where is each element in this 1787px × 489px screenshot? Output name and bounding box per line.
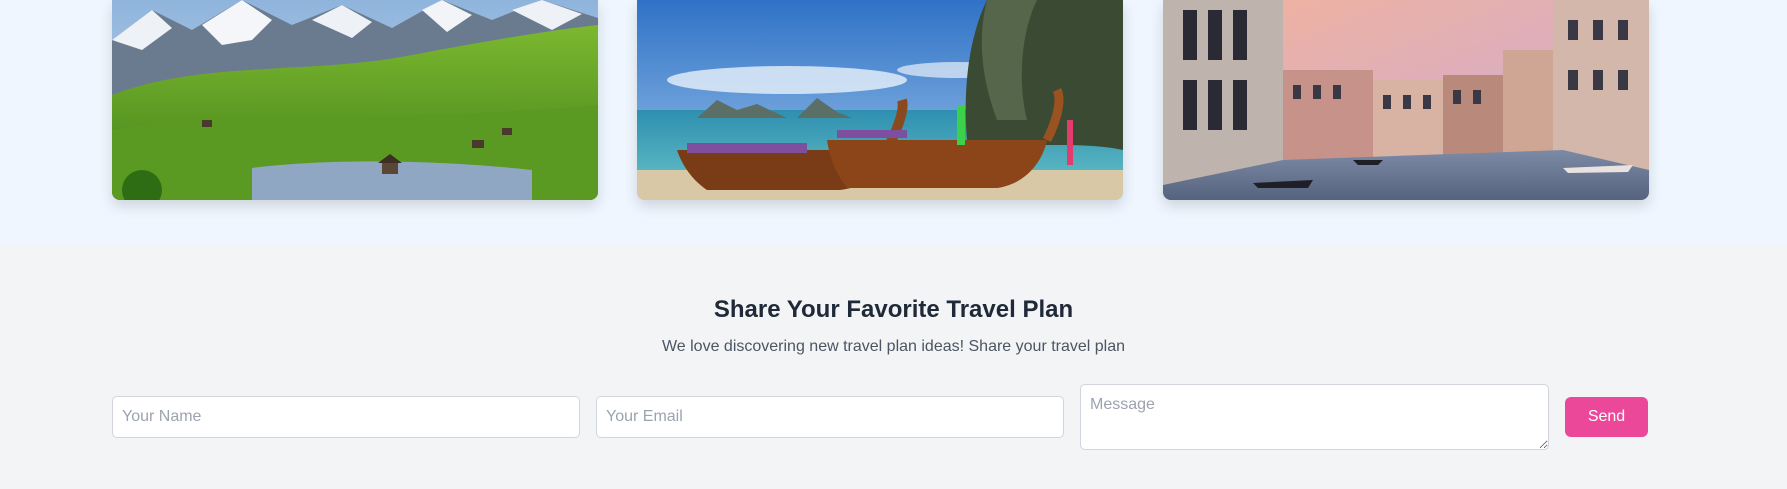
- alps-meadow-illustration: [112, 0, 598, 200]
- section-title: Share Your Favorite Travel Plan: [713, 296, 1074, 323]
- alps-meadow-image[interactable]: [112, 0, 598, 200]
- share-travel-plan-section: Share Your Favorite Travel Plan We love …: [0, 246, 1787, 489]
- tropical-beach-illustration: [637, 0, 1123, 200]
- name-input[interactable]: [112, 396, 580, 438]
- venice-canal-illustration: [1163, 0, 1649, 200]
- venice-canal-image[interactable]: [1163, 0, 1649, 200]
- send-button[interactable]: Send: [1565, 397, 1648, 437]
- tropical-boats-image[interactable]: [637, 0, 1123, 200]
- section-subtitle: We love discovering new travel plan idea…: [661, 338, 1126, 355]
- message-textarea[interactable]: [1080, 384, 1549, 450]
- destination-gallery: [0, 0, 1787, 246]
- email-input[interactable]: [596, 396, 1064, 438]
